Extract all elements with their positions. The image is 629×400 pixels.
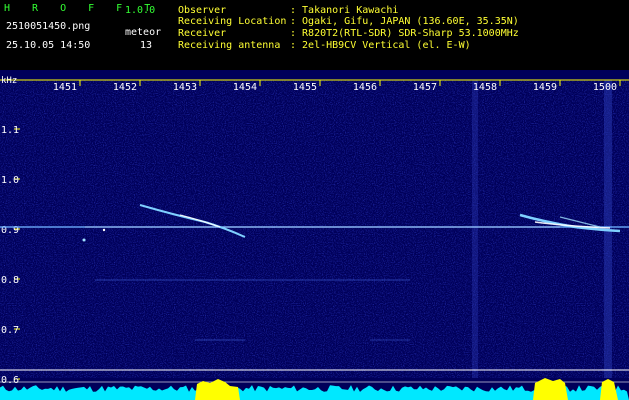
meteor-count-value: 13	[140, 40, 153, 51]
time-tick-label: 1458	[473, 82, 497, 93]
antenna-value: : 2el-HB9CV Vertical (el. E-W)	[290, 40, 471, 51]
spectrogram: 1451 1452 1453 1454 1455 1456 1457 1458 1459 1500…	[0, 70, 629, 400]
antenna-label: Receiving antenna	[178, 40, 281, 51]
noise-speck	[82, 238, 86, 242]
receiver-value: : R820T2(RTL-SDR) SDR-Sharp 53.1000MHz	[290, 28, 519, 39]
location-value: : Ogaki, Gifu, JAPAN (136.60E, 35.35N)	[290, 16, 519, 27]
unit-label: kHz	[1, 76, 17, 86]
file-datetime: 25.10.05 14:50	[6, 40, 91, 51]
file-name: 2510051450.png	[6, 21, 91, 32]
header-panel: H R O F F T 1.0.0 2510051450.png 25.10.0…	[0, 0, 629, 70]
time-tick-label: 1457	[413, 82, 437, 93]
receiver-label: Receiver	[178, 28, 227, 39]
observer-value: : Takanori Kawachi	[290, 5, 399, 16]
freq-tick-label: 0.6	[1, 375, 19, 386]
freq-tick-label: 0.8	[1, 275, 19, 286]
freq-tick-label: 1.1	[1, 125, 19, 136]
time-tick-label: 1451	[53, 82, 77, 93]
time-tick-label: 1456	[353, 82, 377, 93]
time-tick-label: 1454	[233, 82, 257, 93]
time-tick-label: 1459	[533, 82, 557, 93]
freq-tick-label: 1.0	[1, 175, 19, 186]
time-tick-label: 1500	[593, 82, 617, 93]
meteor-count-label: meteor	[125, 27, 162, 38]
noise-texture	[0, 80, 629, 378]
vertical-band	[472, 80, 478, 378]
time-tick-label: 1455	[293, 82, 317, 93]
time-tick-label: 1453	[173, 82, 197, 93]
app-version: 1.0.0	[125, 5, 156, 16]
time-tick-label: 1452	[113, 82, 137, 93]
freq-tick-label: 0.7	[1, 325, 19, 336]
observer-label: Observer	[178, 5, 227, 16]
location-label: Receiving Location	[178, 16, 287, 27]
noise-speck	[102, 228, 106, 232]
